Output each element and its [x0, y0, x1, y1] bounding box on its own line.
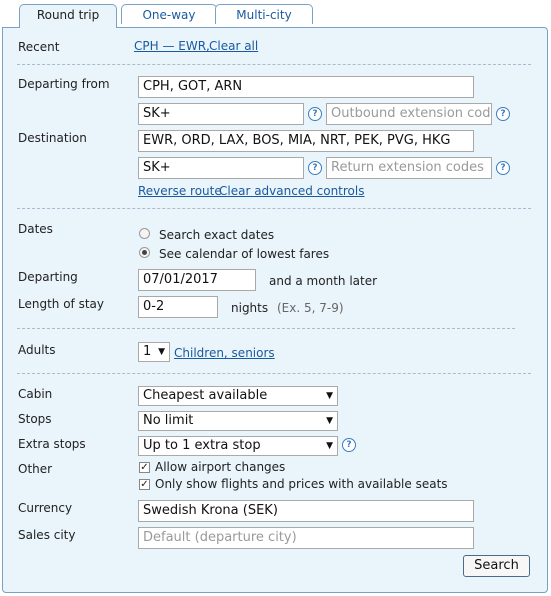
departing-range-text: and a month later: [269, 274, 378, 288]
destination-input[interactable]: EWR, ORD, LAX, BOS, MIA, NRT, PEK, PVG, …: [138, 130, 474, 152]
adults-label: Adults: [18, 343, 56, 357]
tab-multi-city[interactable]: Multi-city: [215, 4, 313, 24]
reverse-route-link[interactable]: Reverse route: [138, 184, 222, 198]
chevron-down-icon: ▼: [158, 347, 165, 357]
destination-label: Destination: [18, 131, 87, 145]
search-exact-dates-radio[interactable]: [139, 228, 150, 239]
departing-label: Departing: [18, 270, 78, 284]
cabin-value: Cheapest available: [143, 388, 268, 403]
cabin-select[interactable]: Cheapest available ▼: [138, 386, 338, 406]
length-of-stay-input[interactable]: 0-2: [138, 296, 218, 318]
clear-all-link[interactable]: Clear all: [209, 39, 258, 53]
help-icon[interactable]: ?: [308, 161, 322, 175]
available-seats-label: Only show flights and prices with availa…: [155, 477, 448, 491]
help-icon[interactable]: ?: [496, 161, 510, 175]
stops-value: No limit: [143, 413, 194, 428]
chevron-down-icon: ▼: [326, 441, 333, 451]
extra-stops-select[interactable]: Up to 1 extra stop ▼: [138, 436, 338, 456]
outbound-airline-codes-input[interactable]: SK+: [138, 103, 304, 125]
other-label: Other: [18, 462, 53, 476]
chevron-down-icon: ▼: [326, 391, 333, 401]
nights-label: nights: [231, 301, 269, 315]
help-icon[interactable]: ?: [308, 107, 322, 121]
help-icon[interactable]: ?: [342, 438, 356, 452]
divider: [17, 64, 531, 65]
stops-select[interactable]: No limit ▼: [138, 411, 338, 431]
adults-select[interactable]: 1 ▼: [138, 342, 170, 362]
recent-route-link[interactable]: CPH — EWR,: [134, 39, 210, 53]
calendar-lowest-fares-radio[interactable]: [139, 247, 150, 258]
outbound-extension-codes-input[interactable]: Outbound extension codes: [326, 103, 492, 125]
search-button[interactable]: Search: [463, 555, 530, 577]
calendar-lowest-fares-label: See calendar of lowest fares: [159, 247, 330, 261]
currency-label: Currency: [18, 501, 73, 515]
allow-airport-changes-checkbox[interactable]: ✓: [139, 462, 150, 473]
departing-from-label: Departing from: [18, 77, 110, 91]
extra-stops-label: Extra stops: [18, 437, 86, 451]
children-seniors-link[interactable]: Children, seniors: [174, 346, 275, 360]
extra-stops-value: Up to 1 extra stop: [143, 438, 261, 453]
available-seats-checkbox[interactable]: ✓: [139, 479, 150, 490]
return-airline-codes-input[interactable]: SK+: [138, 157, 304, 179]
help-icon[interactable]: ?: [496, 107, 510, 121]
tab-round-trip[interactable]: Round trip: [19, 4, 117, 28]
search-exact-dates-label: Search exact dates: [159, 228, 275, 242]
divider: [17, 208, 531, 209]
sales-city-label: Sales city: [18, 528, 76, 542]
recent-label: Recent: [18, 40, 60, 54]
dates-label: Dates: [18, 222, 53, 236]
chevron-down-icon: ▼: [326, 416, 333, 426]
return-extension-codes-input[interactable]: Return extension codes: [326, 157, 492, 179]
departing-date-input[interactable]: 07/01/2017: [138, 269, 256, 291]
length-of-stay-label: Length of stay: [18, 297, 104, 311]
divider: [17, 373, 531, 374]
divider: [17, 328, 515, 329]
adults-value: 1: [143, 344, 152, 359]
stops-label: Stops: [18, 412, 52, 426]
tab-one-way[interactable]: One-way: [121, 4, 217, 24]
departing-from-input[interactable]: CPH, GOT, ARN: [138, 76, 474, 98]
currency-input[interactable]: Swedish Krona (SEK): [138, 500, 474, 522]
allow-airport-changes-label: Allow airport changes: [155, 460, 286, 474]
clear-advanced-controls-link[interactable]: Clear advanced controls: [219, 184, 365, 198]
length-of-stay-example: (Ex. 5, 7-9): [277, 301, 344, 315]
sales-city-input[interactable]: Default (departure city): [138, 527, 474, 549]
cabin-label: Cabin: [18, 387, 53, 401]
